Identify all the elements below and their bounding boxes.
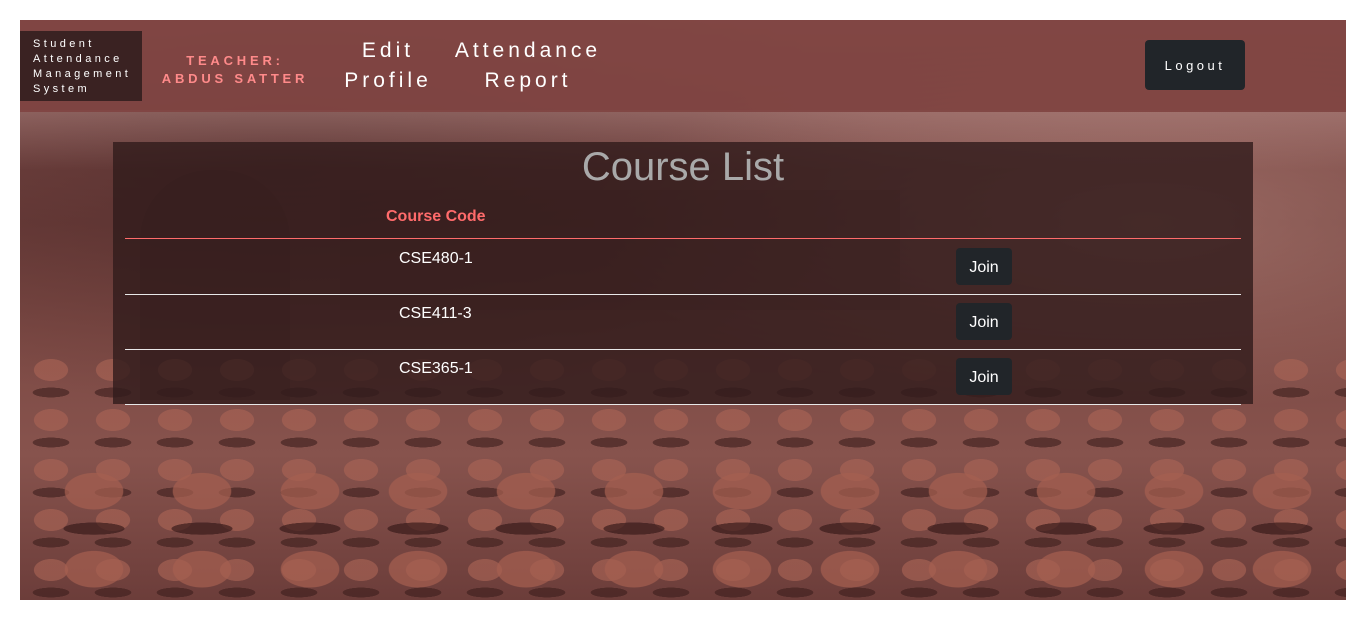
- nav-attendance-report-line1: Attendance: [454, 39, 602, 62]
- course-list-panel: Course List Course Code CSE480-1 Join CS…: [113, 142, 1253, 405]
- course-code: CSE365-1: [399, 360, 473, 377]
- column-header-course-code: Course Code: [386, 208, 486, 225]
- brand-logo[interactable]: Student Attendance Management System: [20, 31, 142, 101]
- nav-edit-profile-line2: Profile: [344, 69, 432, 92]
- brand-line: Management: [33, 68, 132, 80]
- table-row: CSE480-1 Join: [125, 239, 1241, 295]
- join-button[interactable]: Join: [956, 248, 1012, 285]
- background-seats-near: [20, 460, 1346, 600]
- brand-line: Attendance: [33, 53, 123, 65]
- brand-line: Student: [33, 38, 95, 50]
- join-button[interactable]: Join: [956, 358, 1012, 395]
- navbar: Student Attendance Management System TEA…: [20, 20, 1346, 112]
- logout-button[interactable]: Logout: [1145, 40, 1245, 90]
- course-code: CSE480-1: [399, 250, 473, 267]
- nav-edit-profile-line1: Edit: [361, 39, 415, 62]
- teacher-title: TEACHER:: [186, 53, 284, 68]
- table-row: CSE411-3 Join: [125, 294, 1241, 350]
- page-title: Course List: [581, 145, 785, 189]
- brand-line: System: [33, 83, 91, 95]
- nav-edit-profile[interactable]: Edit Profile: [338, 36, 438, 96]
- teacher-name: ABDUS SATTER: [161, 71, 309, 86]
- course-code: CSE411-3: [399, 305, 472, 322]
- app-frame: Student Attendance Management System TEA…: [20, 20, 1346, 600]
- table-row: CSE365-1 Join: [125, 349, 1241, 405]
- teacher-label: TEACHER: ABDUS SATTER: [160, 52, 310, 88]
- join-button[interactable]: Join: [956, 303, 1012, 340]
- nav-attendance-report-line2: Report: [484, 69, 572, 92]
- nav-attendance-report[interactable]: Attendance Report: [448, 36, 608, 96]
